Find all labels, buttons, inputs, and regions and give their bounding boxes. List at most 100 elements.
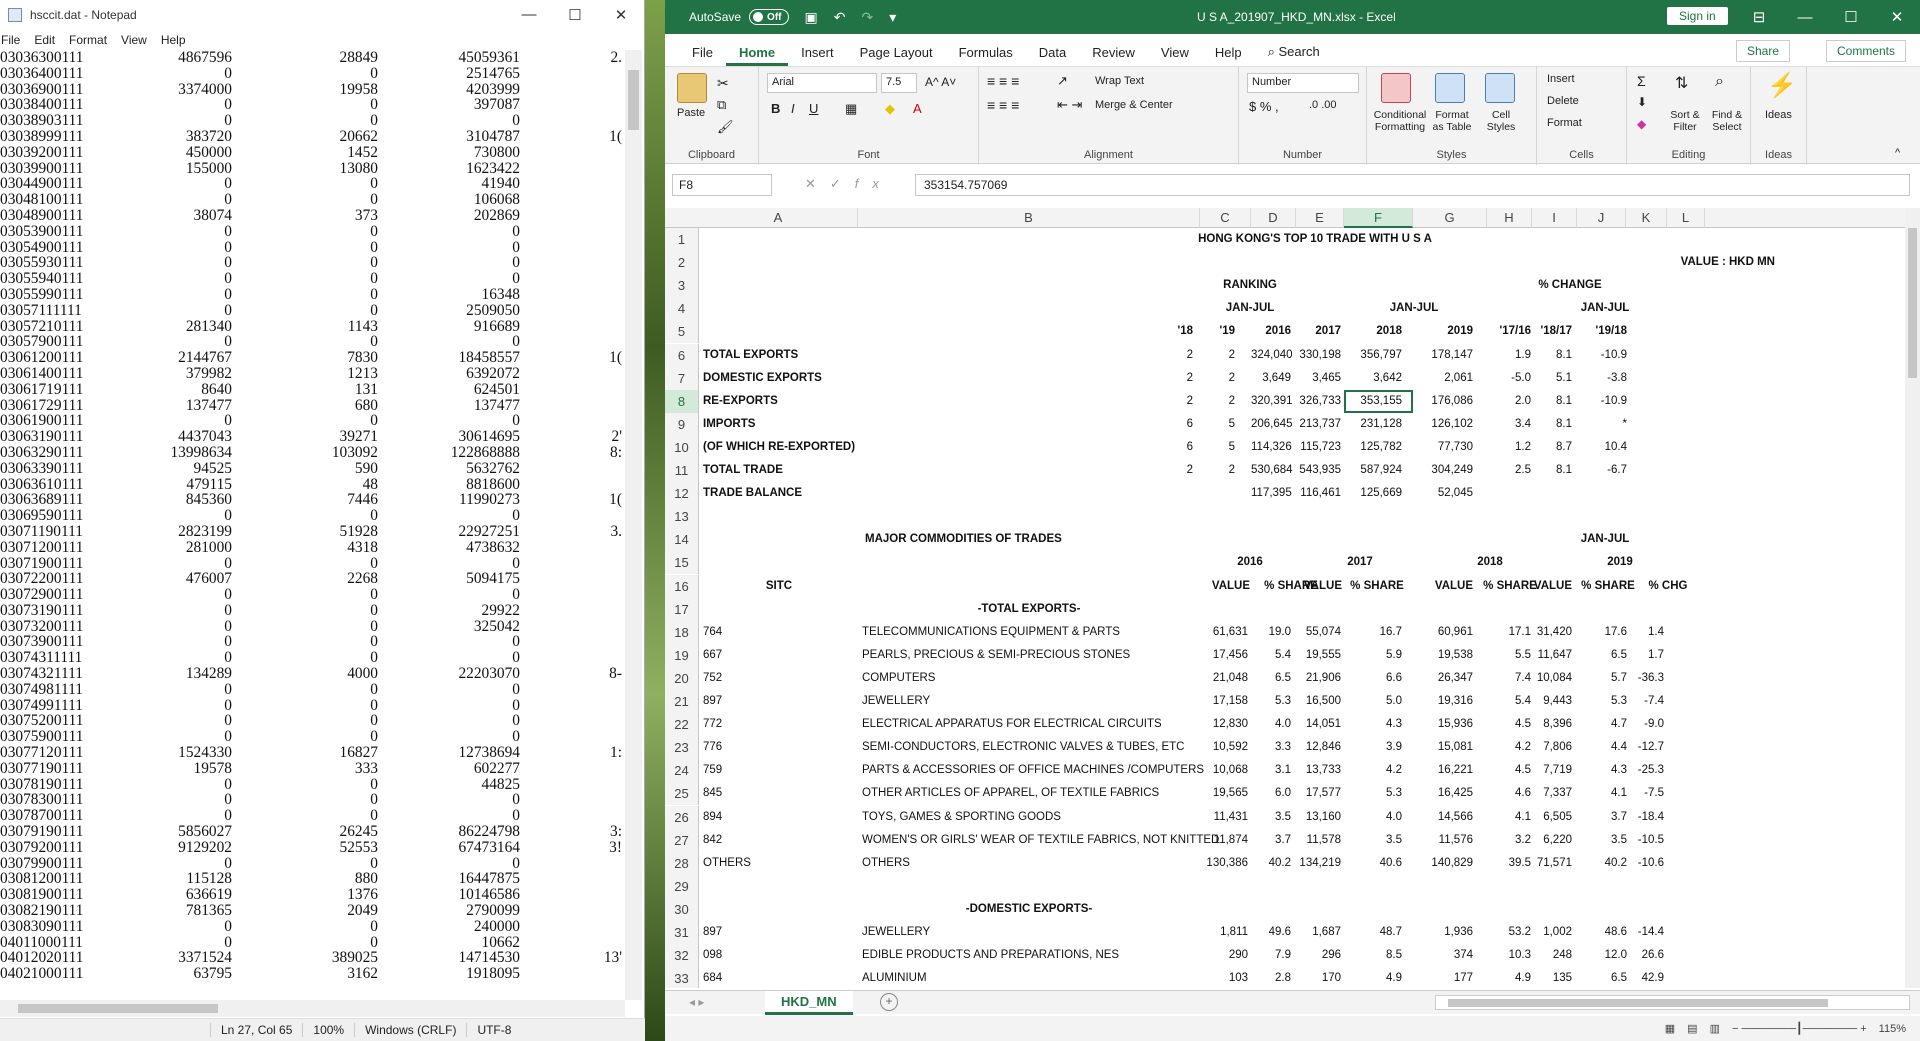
row-header[interactable]: 28 [665, 851, 699, 875]
cell[interactable]: 5.4 [1487, 690, 1531, 713]
row-header[interactable]: 23 [665, 736, 699, 760]
cell[interactable]: 374 [1413, 944, 1473, 967]
sheet-nav-icon[interactable]: ◂ ▸ [689, 995, 704, 1009]
cell[interactable]: 7,806 [1532, 736, 1572, 759]
row-header[interactable]: 31 [665, 921, 699, 945]
notepad-vertical-scrollbar[interactable] [625, 50, 642, 1000]
row-header[interactable]: 17 [665, 597, 699, 621]
summary-label[interactable]: TOTAL EXPORTS [703, 344, 1003, 367]
cell[interactable]: 5 [1215, 436, 1235, 459]
cell[interactable]: 135 [1532, 967, 1572, 988]
row-header[interactable]: 5 [665, 320, 699, 344]
row-header[interactable]: 13 [665, 505, 699, 529]
cell[interactable]: 52,045 [1413, 482, 1473, 505]
name-box[interactable]: F8 [672, 174, 772, 196]
cell[interactable]: -DOMESTIC EXPORTS- [858, 898, 1200, 921]
cell[interactable]: 31,420 [1532, 621, 1572, 644]
cell[interactable]: 17,158 [1200, 690, 1248, 713]
fill-icon[interactable]: ⬇ [1637, 95, 1647, 109]
number-format-select[interactable]: Number [1247, 73, 1359, 93]
cell[interactable]: '18 [1173, 320, 1193, 343]
find-select-button[interactable]: Find & Select [1707, 109, 1747, 133]
align-left-icon[interactable]: ≡ ≡ ≡ [987, 97, 1019, 113]
cell[interactable]: 3.3 [1251, 736, 1291, 759]
cell[interactable]: 320,391 [1251, 390, 1293, 413]
cell[interactable]: 1,936 [1413, 921, 1473, 944]
cell[interactable]: VALUE [1296, 575, 1342, 598]
cell[interactable]: 4.1 [1487, 806, 1531, 829]
sort-filter-icon[interactable]: ⇅ [1675, 73, 1688, 93]
sheet-title[interactable]: HONG KONG'S TOP 10 TRADE WITH U S A [965, 228, 1665, 251]
row-header[interactable]: 27 [665, 828, 699, 852]
cell[interactable]: 126,102 [1413, 413, 1473, 436]
cell[interactable]: 21,048 [1200, 667, 1248, 690]
cell[interactable]: 2016 [1251, 320, 1291, 343]
cell[interactable]: 231,128 [1344, 413, 1402, 436]
row-header[interactable]: 20 [665, 666, 699, 690]
cell[interactable]: JAN-JUL [1200, 297, 1300, 320]
cell[interactable]: 2017 [1320, 551, 1400, 574]
tab-view[interactable]: View [1148, 45, 1202, 66]
minimize-icon[interactable]: — [506, 6, 552, 24]
notepad-text-area[interactable]: 03036300111 4867596 28849 45059361 2. 0303640… [0, 50, 625, 1000]
cell[interactable]: VALUE [1413, 575, 1473, 598]
row-header[interactable]: 33 [665, 967, 699, 988]
menu-edit[interactable]: Edit [34, 33, 55, 47]
add-sheet-icon[interactable]: + [880, 993, 898, 1011]
cell[interactable]: -5.0 [1487, 367, 1531, 390]
cell[interactable]: 60,961 [1413, 621, 1473, 644]
tab-page-layout[interactable]: Page Layout [847, 45, 946, 66]
cell[interactable]: -25.3 [1626, 759, 1664, 782]
commodity-description[interactable]: SEMI-CONDUCTORS, ELECTRONIC VALVES & TUB… [862, 736, 1197, 759]
menu-help[interactable]: Help [161, 33, 186, 47]
cell[interactable]: -7.4 [1626, 690, 1664, 713]
cell[interactable]: 6,220 [1532, 829, 1572, 852]
cell[interactable]: 12,830 [1200, 713, 1248, 736]
cell[interactable]: 7.4 [1487, 667, 1531, 690]
decimal-icon[interactable]: .0 .00 [1309, 99, 1337, 111]
row-header[interactable]: 4 [665, 297, 699, 321]
cell[interactable]: 12.0 [1577, 944, 1627, 967]
row-header[interactable]: 21 [665, 690, 699, 714]
cell[interactable] [1173, 482, 1193, 505]
cell[interactable]: JAN-JUL [1535, 297, 1675, 320]
commodity-description[interactable]: OTHERS [862, 852, 1197, 875]
row-header[interactable]: 15 [665, 551, 699, 575]
cell[interactable]: -14.4 [1626, 921, 1664, 944]
cell[interactable]: 2 [1215, 390, 1235, 413]
cell[interactable]: 2,061 [1413, 367, 1473, 390]
cell[interactable]: 115,723 [1296, 436, 1341, 459]
cell[interactable]: 5.1 [1532, 367, 1572, 390]
commodity-description[interactable]: OTHER ARTICLES OF APPAREL, OF TEXTILE FA… [862, 782, 1197, 805]
cell[interactable]: 587,924 [1344, 459, 1402, 482]
wrap-text-button[interactable]: Wrap Text [1095, 75, 1144, 87]
commodity-description[interactable]: TELECOMMUNICATIONS EQUIPMENT & PARTS [862, 621, 1197, 644]
row-header[interactable]: 32 [665, 944, 699, 968]
column-header-d[interactable]: D [1251, 208, 1296, 228]
cell[interactable] [1487, 482, 1531, 505]
cell[interactable]: 248 [1532, 944, 1572, 967]
tab-insert[interactable]: Insert [788, 45, 847, 66]
cell[interactable]: '19/18 [1577, 320, 1627, 343]
cell[interactable]: 140,829 [1413, 852, 1473, 875]
cell[interactable]: 530,684 [1251, 459, 1293, 482]
cell[interactable]: 9,443 [1532, 690, 1572, 713]
cell[interactable]: 49.6 [1251, 921, 1291, 944]
autosave-toggle[interactable]: Off [749, 9, 789, 25]
sheet-tab-hkd-mn[interactable]: HKD_MN [765, 991, 853, 1015]
tab-file[interactable]: File [679, 45, 726, 66]
search-box[interactable]: ⌕ Search [1255, 44, 1333, 66]
row-header[interactable]: 7 [665, 366, 699, 390]
row-header[interactable]: 14 [665, 528, 699, 552]
cell[interactable]: 17,456 [1200, 644, 1248, 667]
maximize-icon[interactable]: ☐ [552, 6, 598, 24]
commodity-description[interactable]: JEWELLERY [862, 690, 1197, 713]
notepad-horizontal-scrollbar[interactable] [0, 1000, 625, 1017]
scroll-thumb[interactable] [628, 70, 639, 130]
cell[interactable]: 1.9 [1487, 344, 1531, 367]
cell[interactable]: 10,068 [1200, 759, 1248, 782]
format-table-icon[interactable] [1435, 73, 1465, 103]
page-layout-view-icon[interactable]: ▤ [1687, 1022, 1697, 1035]
format-cells-button[interactable]: Format [1547, 117, 1582, 129]
cell[interactable]: 296 [1296, 944, 1341, 967]
